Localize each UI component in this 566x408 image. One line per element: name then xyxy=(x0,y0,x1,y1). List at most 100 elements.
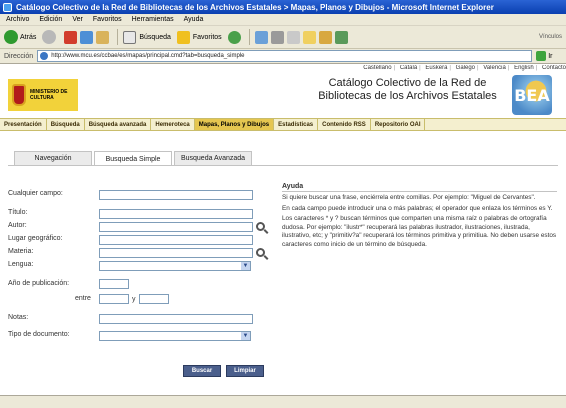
notas-input[interactable] xyxy=(99,314,253,324)
search-icon xyxy=(123,30,137,44)
toolbar-separator xyxy=(248,29,250,45)
ministry-text: MINISTERIO DE CULTURA xyxy=(30,89,68,101)
nav-rss[interactable]: Contenido RSS xyxy=(318,119,371,130)
window-titlebar: Catálogo Colectivo de la Red de Bibliote… xyxy=(0,0,566,14)
help-paragraph-1: Si quiere buscar una frase, enciérrela e… xyxy=(282,194,536,201)
help-panel: Ayuda Si quiere buscar una frase, enciér… xyxy=(282,183,557,250)
lang-euskera[interactable]: Euskera xyxy=(425,65,447,71)
back-arrow-icon xyxy=(4,30,18,44)
browser-toolbar: Atrás Búsqueda Favoritos Vínculos xyxy=(0,26,566,49)
go-arrow-icon[interactable] xyxy=(536,51,547,61)
label-titulo: Título: xyxy=(8,209,28,216)
tab-navegacion[interactable]: Navegación xyxy=(14,151,92,165)
materia-input[interactable] xyxy=(99,248,253,258)
page-content: Castellano | Català | Euskera | Galego | Val… xyxy=(0,65,566,395)
nav-busqueda[interactable]: Búsqueda xyxy=(47,119,85,130)
back-label: Atrás xyxy=(20,33,37,41)
catalog-title-line2: Bibliotecas de los Archivos Estatales xyxy=(318,90,497,102)
menu-ver[interactable]: Ver xyxy=(72,16,83,23)
main-nav: Presentación Búsqueda Búsqueda avanzada … xyxy=(0,118,566,131)
nav-oai[interactable]: Repositorio OAI xyxy=(371,119,426,130)
window-title: Catálogo Colectivo de la Red de Bibliote… xyxy=(16,2,494,12)
lang-valencia[interactable]: Valencià xyxy=(483,65,506,71)
catalog-title-line1: Catálogo Colectivo de la Red de xyxy=(328,77,487,89)
links-label[interactable]: Vínculos xyxy=(539,34,562,40)
chevron-down-icon: ▼ xyxy=(241,262,250,270)
favorites-button[interactable]: Favoritos xyxy=(176,30,222,44)
address-url: http://www.mcu.es/ccbae/es/mapas/princip… xyxy=(51,53,245,59)
status-bar xyxy=(0,395,566,408)
language-bar: Castellano | Català | Euskera | Galego | Val… xyxy=(363,65,566,71)
cualquier-campo-input[interactable] xyxy=(99,190,253,200)
print-icon[interactable] xyxy=(270,30,284,44)
nav-mapas[interactable]: Mapas, Planos y Dibujos xyxy=(194,119,275,130)
label-lugar: Lugar geográfico: xyxy=(8,235,63,242)
label-notas: Notas: xyxy=(8,314,29,321)
menu-bar: Archivo Edición Ver Favoritos Herramient… xyxy=(0,14,566,26)
ministry-logo[interactable]: MINISTERIO DE CULTURA xyxy=(8,79,78,111)
label-materia: Materia: xyxy=(8,248,34,255)
folder-icon[interactable] xyxy=(302,30,316,44)
nav-busqueda-avanzada[interactable]: Búsqueda avanzada xyxy=(85,119,152,130)
buscar-button[interactable]: Buscar xyxy=(183,365,221,377)
lang-castellano[interactable]: Castellano xyxy=(363,65,391,71)
back-button[interactable]: Atrás xyxy=(4,30,36,44)
lang-catala[interactable]: Català xyxy=(400,65,417,71)
label-entre: entre xyxy=(75,295,91,302)
autor-lookup-icon[interactable] xyxy=(256,222,265,231)
lang-galego[interactable]: Galego xyxy=(456,65,475,71)
nav-presentacion[interactable]: Presentación xyxy=(0,119,47,130)
go-label[interactable]: Ir xyxy=(548,53,552,60)
lengua-select[interactable]: ▼ xyxy=(99,261,251,271)
forward-arrow-icon xyxy=(42,30,57,44)
label-anio: Año de publicación: xyxy=(8,280,70,287)
home-icon[interactable] xyxy=(96,30,110,44)
nav-hemeroteca[interactable]: Hemeroteca xyxy=(151,119,195,130)
nav-estadisticas[interactable]: Estadísticas xyxy=(274,119,319,130)
stop-icon[interactable] xyxy=(64,30,78,44)
edit-icon[interactable] xyxy=(286,30,300,44)
favorites-label: Favoritos xyxy=(192,33,222,41)
crest-icon xyxy=(12,84,26,106)
label-y: y xyxy=(132,296,136,303)
tab-busqueda-simple[interactable]: Busqueda Simple xyxy=(94,151,172,166)
label-cualquier-campo: Cualquier campo: xyxy=(8,190,63,197)
materia-lookup-icon[interactable] xyxy=(256,248,265,257)
menu-archivo[interactable]: Archivo xyxy=(6,16,29,23)
messenger-icon[interactable] xyxy=(318,30,332,44)
refresh-icon[interactable] xyxy=(80,30,94,44)
bea-logo: BEA xyxy=(512,75,552,115)
menu-ayuda[interactable]: Ayuda xyxy=(184,16,204,23)
lugar-input[interactable] xyxy=(99,235,253,245)
address-bar: Dirección http://www.mcu.es/ccbae/es/map… xyxy=(0,49,566,64)
help-paragraph-3: Los caracteres * y ? buscan términos que… xyxy=(282,215,557,248)
titulo-input[interactable] xyxy=(99,209,253,219)
chevron-down-icon: ▼ xyxy=(241,332,250,340)
anio-input[interactable] xyxy=(99,279,129,289)
limpiar-button[interactable]: Limpiar xyxy=(226,365,264,377)
forward-button[interactable] xyxy=(42,30,58,44)
mail-icon[interactable] xyxy=(254,30,268,44)
search-label: Búsqueda xyxy=(139,33,171,41)
search-button[interactable]: Búsqueda xyxy=(123,30,171,44)
help-paragraph-2: En cada campo puede introducir una o más… xyxy=(282,204,553,212)
menu-edicion[interactable]: Edición xyxy=(39,16,62,23)
tipo-select[interactable]: ▼ xyxy=(99,331,251,341)
tab-divider xyxy=(8,165,558,166)
tools-icon[interactable] xyxy=(334,30,348,44)
anio-hasta-input[interactable] xyxy=(139,294,169,304)
star-icon xyxy=(176,30,190,44)
search-form: Cualquier campo: Título: Autor: Lugar ge… xyxy=(8,175,276,385)
contact-link[interactable]: Contacto xyxy=(542,65,566,71)
tab-busqueda-avanzada[interactable]: Busqueda Avanzada xyxy=(174,151,252,165)
label-autor: Autor: xyxy=(8,222,27,229)
autor-input[interactable] xyxy=(99,222,253,232)
menu-favoritos[interactable]: Favoritos xyxy=(93,16,122,23)
anio-desde-input[interactable] xyxy=(99,294,129,304)
menu-herramientas[interactable]: Herramientas xyxy=(132,16,174,23)
address-input[interactable]: http://www.mcu.es/ccbae/es/mapas/princip… xyxy=(37,50,533,62)
nav-filler xyxy=(425,119,566,130)
label-lengua: Lengua: xyxy=(8,261,34,268)
history-icon[interactable] xyxy=(227,30,241,44)
lang-english[interactable]: English xyxy=(514,65,534,71)
